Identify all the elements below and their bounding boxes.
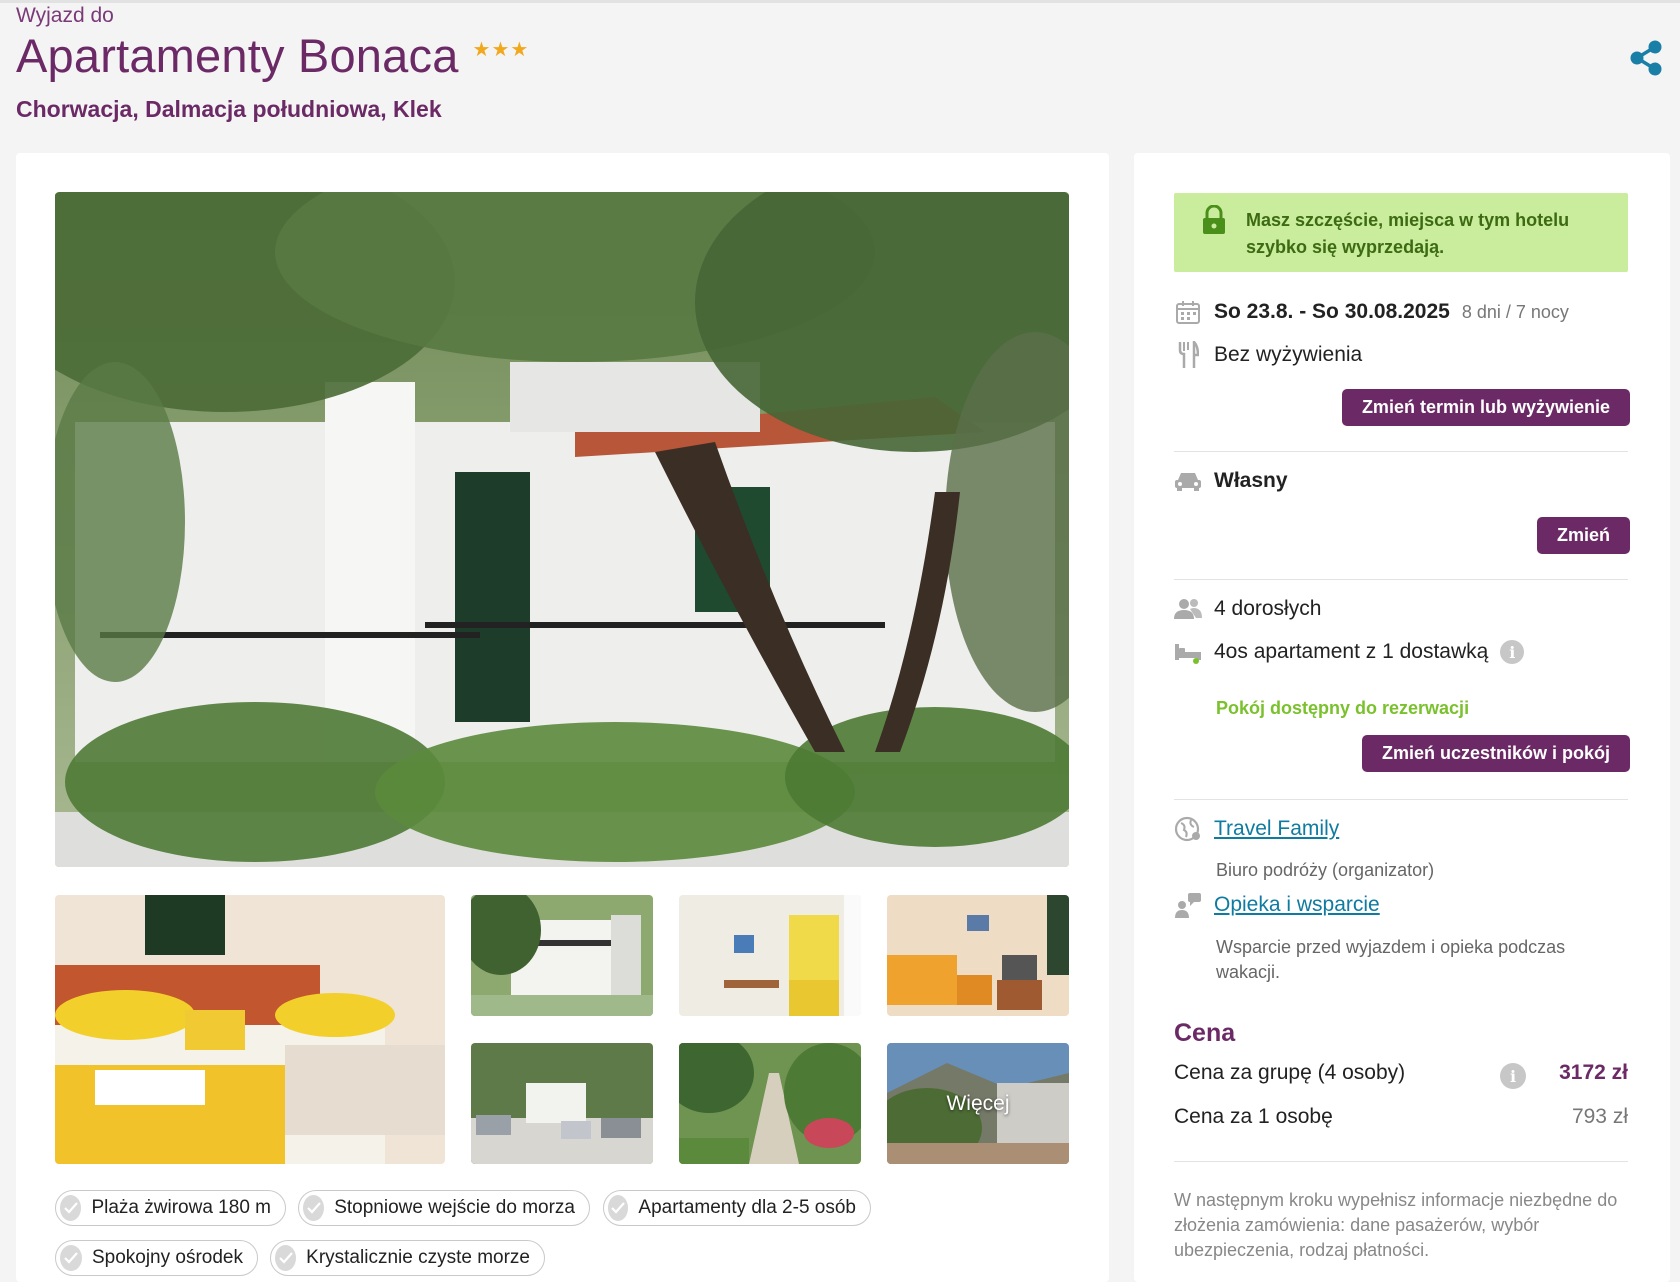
divider [1174,1161,1628,1162]
divider [1174,799,1628,800]
info-icon[interactable]: i [1500,640,1525,664]
price-group-value: 3172 zł [1559,1061,1628,1084]
organizer-link[interactable]: Travel Family [1214,817,1339,841]
tag-label: Krystalicznie czyste morze [306,1247,530,1268]
bed-icon [1174,638,1202,666]
organizer-description: Biuro podróży (organizator) [1216,860,1435,880]
travel-duration: 8 dni / 7 nocy [1461,301,1569,322]
check-icon [60,1195,82,1221]
gallery-thumb-parking[interactable] [471,1043,653,1164]
gallery-thumb-building[interactable] [471,895,653,1016]
star-rating: ★★★ [472,39,530,61]
price-person-row: Cena za 1 osobę 793 zł [1174,1105,1628,1129]
info-icon[interactable]: i [1500,1063,1526,1089]
tag-item: Plaża żwirowa 180 m [55,1190,286,1226]
support-row: Opieka i wsparcie [1174,891,1380,919]
transport-row: Własny [1174,467,1288,495]
check-icon [608,1195,629,1221]
board-row: Bez wyżywienia [1174,341,1362,369]
price-heading: Cena [1174,1019,1236,1047]
gallery-more-label: Więcej [946,1091,1010,1115]
title-row: Apartamenty Bonaca ★★★ [16,28,529,83]
share-icon[interactable] [1628,40,1664,76]
gallery-thumb-bedroom[interactable] [55,895,445,1164]
divider [1174,451,1628,452]
booking-sidebar: Masz szczęście, miejsca w tym hotelu szy… [1134,153,1670,1282]
check-icon [275,1245,297,1271]
tag-label: Plaża żwirowa 180 m [91,1197,271,1218]
calendar-icon [1174,298,1202,326]
lock-icon [1203,205,1225,234]
room-row: 4os apartament z 1 dostawką i [1174,638,1525,666]
gallery-thumb-kitchen[interactable] [679,895,861,1016]
availability-alert: Masz szczęście, miejsca w tym hotelu szy… [1174,193,1628,272]
cutlery-icon [1174,341,1202,369]
check-icon [60,1245,82,1271]
organizer-row: Travel Family [1174,815,1339,843]
gallery-card: Więcej Plaża żwirowa 180 m Stopniowe wej… [16,153,1109,1282]
room-status: Pokój dostępny do rezerwacji [1216,698,1470,718]
tag-item: Stopniowe wejście do morza [298,1190,590,1226]
support-icon [1174,891,1202,919]
dates-row: So 23.8. - So 30.08.2025 8 dni / 7 nocy [1174,298,1569,326]
globe-icon [1174,815,1202,843]
price-person-value: 793 zł [1571,1105,1628,1128]
travellers-count: 4 dorosłych [1214,597,1322,620]
support-description: Wsparcie przed wyjazdem i opieka podczas… [1216,937,1566,982]
tag-item: Spokojny ośrodek [55,1240,258,1276]
page-title: Apartamenty Bonaca [16,29,459,82]
change-room-button[interactable]: Zmień uczestników i pokój [1361,735,1630,772]
hotel-header: Wyjazd do Apartamenty Bonaca ★★★ Chorwac… [16,0,1666,140]
car-icon [1174,467,1202,495]
main-photo[interactable] [55,192,1069,867]
header-kicker: Wyjazd do [16,4,114,27]
tag-label: Spokojny ośrodek [91,1247,243,1268]
people-icon [1174,595,1202,623]
gallery-more-button[interactable]: Więcej [887,1043,1069,1164]
change-transport-button[interactable]: Zmień [1536,517,1630,554]
tag-label: Apartamenty dla 2-5 osób [638,1197,856,1218]
gallery-thumb-garden-path[interactable] [679,1043,861,1164]
divider [1174,579,1628,580]
transport-type: Własny [1214,469,1288,492]
travellers-row: 4 dorosłych [1174,595,1321,623]
travel-dates: So 23.8. - So 30.08.2025 [1214,300,1450,323]
support-link[interactable]: Opieka i wsparcie [1214,893,1380,917]
tag-label: Stopniowe wejście do morza [334,1197,575,1218]
price-group-label: Cena za grupę (4 osoby) [1174,1061,1406,1084]
tag-item: Apartamenty dla 2-5 osób [603,1190,871,1226]
room-type: 4os apartament z 1 dostawką [1214,640,1489,663]
board-type: Bez wyżywienia [1214,343,1363,366]
price-group-row: Cena za grupę (4 osoby) i 3172 zł [1174,1061,1628,1089]
next-step-note: W następnym kroku wypełnisz informacje n… [1174,1190,1618,1260]
check-icon [303,1195,325,1221]
hotel-location: Chorwacja, Dalmacja południowa, Klek [16,96,442,122]
change-date-button[interactable]: Zmień termin lub wyżywienie [1341,389,1630,426]
tag-item: Krystalicznie czyste morze [270,1240,545,1276]
price-person-label: Cena za 1 osobę [1174,1105,1333,1128]
gallery-thumb-living-room[interactable] [887,895,1069,1016]
alert-text: Masz szczęście, miejsca w tym hotelu szy… [1246,210,1570,257]
